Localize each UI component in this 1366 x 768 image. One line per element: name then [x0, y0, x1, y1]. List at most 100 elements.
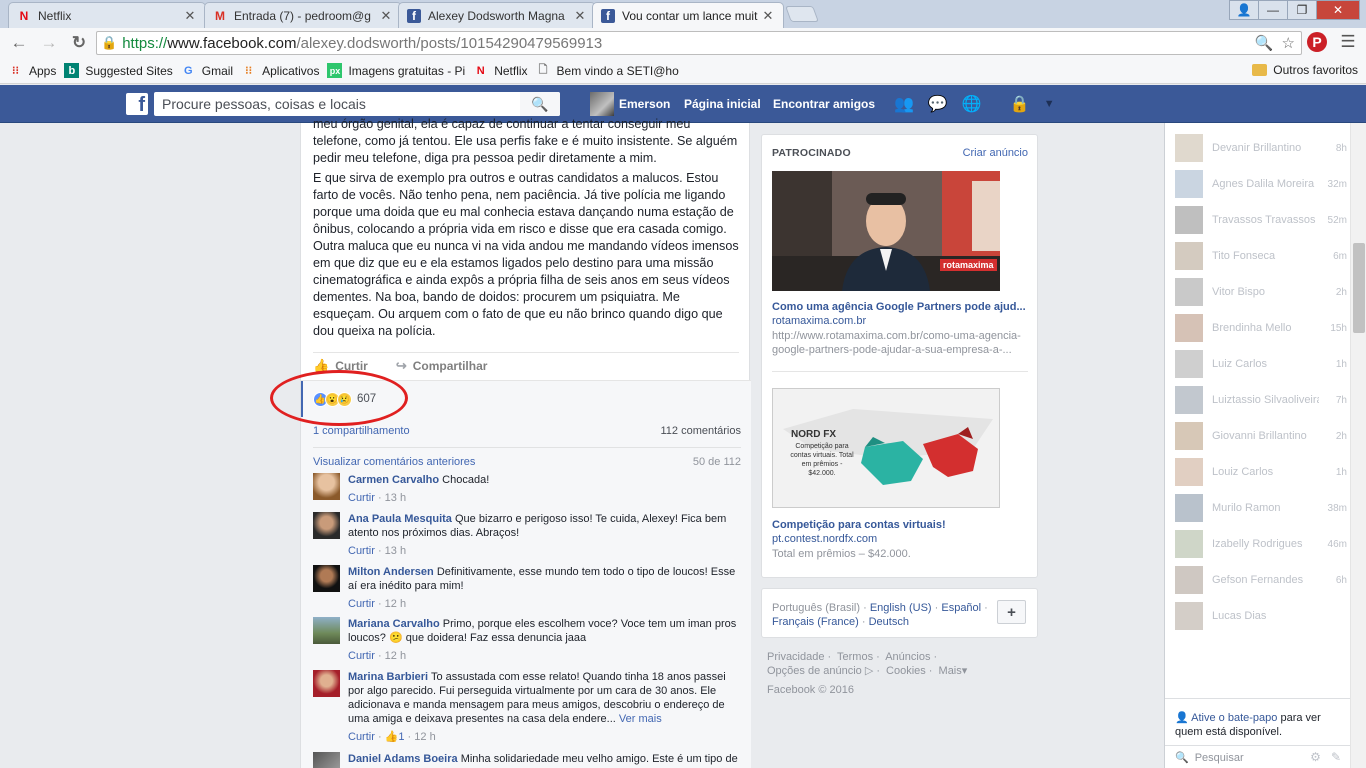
pinterest-icon[interactable]: P [1307, 32, 1327, 52]
maximize-icon[interactable]: ❐ [1287, 0, 1317, 20]
search-icon[interactable]: 🔍 [520, 92, 560, 116]
ad-source[interactable]: rotamaxima.com.br [772, 315, 866, 327]
chat-friend-item[interactable]: Tito Fonseca 6m [1175, 241, 1347, 271]
language-link-german[interactable]: Deutsch [869, 616, 909, 628]
comment-author[interactable]: Ana Paula Mesquita [348, 513, 452, 525]
footer-link-terms[interactable]: Termos [837, 651, 873, 663]
chat-friend-item[interactable]: Gefson Fernandes 6h [1175, 565, 1347, 595]
comment-like-button[interactable]: Curtir [348, 731, 375, 743]
notifications-globe-icon[interactable]: 🌐 [962, 94, 982, 114]
comment-like-button[interactable]: Curtir [348, 650, 375, 662]
close-icon[interactable]: ✕ [379, 8, 393, 24]
back-icon[interactable]: ← [8, 32, 30, 54]
tab-facebook-profile[interactable]: f Alexey Dodsworth Magna ✕ [398, 2, 596, 28]
avatar[interactable] [313, 752, 340, 768]
chat-friend-item[interactable]: Travassos Travassos 52m [1175, 205, 1347, 235]
ad-title-link[interactable]: Como uma agência Google Partners pode aj… [772, 301, 1030, 313]
comment-author[interactable]: Carmen Carvalho [348, 474, 439, 486]
chat-friend-item[interactable]: Devanir Brillantino 8h [1175, 133, 1347, 163]
chat-friend-item[interactable]: Lucas Dias [1175, 601, 1347, 631]
bookmark-netflix[interactable]: N Netflix [473, 63, 528, 78]
chat-search-input[interactable]: 🔍 Pesquisar ⚙ ✎ [1165, 745, 1351, 768]
comment-author[interactable]: Daniel Adams Boeira [348, 753, 458, 765]
bookmark-gmail[interactable]: G Gmail [181, 63, 233, 78]
chat-friend-item[interactable]: Izabelly Rodrigues 46m [1175, 529, 1347, 559]
bookmark-aplicativos[interactable]: ⁝⁝ Aplicativos [241, 63, 319, 78]
star-icon[interactable]: ☆ [1282, 34, 1295, 52]
new-tab-button[interactable] [785, 6, 819, 22]
avatar[interactable] [313, 670, 340, 697]
close-icon[interactable]: ✕ [183, 8, 197, 24]
bookmark-other[interactable]: Outros favoritos [1252, 63, 1358, 77]
view-previous-comments-link[interactable]: Visualizar comentários anteriores [313, 456, 475, 468]
messages-icon[interactable]: 💬 [928, 94, 948, 114]
ad-source[interactable]: pt.contest.nordfx.com [772, 533, 877, 545]
privacy-shortcuts-icon[interactable]: 🔒 [1010, 94, 1030, 114]
zoom-icon[interactable]: 🔍 [1255, 34, 1274, 52]
menu-icon[interactable]: ☰ [1338, 32, 1358, 52]
comment-time[interactable]: 12 h [414, 731, 435, 743]
chat-friend-item[interactable]: Murilo Ramon 38m [1175, 493, 1347, 523]
enable-chat-link[interactable]: Ative o bate-papo [1191, 712, 1277, 724]
chat-friend-item[interactable]: Vitor Bispo 2h [1175, 277, 1347, 307]
footer-link-ads[interactable]: Anúncios [885, 651, 930, 663]
comment-time[interactable]: 12 h [385, 650, 406, 662]
facebook-logo-icon[interactable]: f [126, 93, 148, 115]
address-bar[interactable]: 🔒 https:// www.facebook.com /alexey.dods… [96, 31, 1302, 55]
find-friends-link[interactable]: Encontrar amigos [773, 85, 875, 123]
friend-requests-icon[interactable]: 👥 [894, 94, 914, 114]
bookmark-apps[interactable]: ⁝⁝ Apps [8, 63, 56, 78]
comment-like-button[interactable]: Curtir [348, 545, 375, 557]
user-icon[interactable]: 👤 [1229, 0, 1259, 20]
footer-link-more[interactable]: Mais [939, 665, 962, 677]
chat-friend-item[interactable]: Luiz Carlos 1h [1175, 349, 1347, 379]
chat-friend-item[interactable]: Luiztassio Silvaoliveira 7h [1175, 385, 1347, 415]
comments-count[interactable]: 112 comentários [660, 425, 741, 437]
avatar[interactable] [313, 565, 340, 592]
scrollbar-thumb[interactable] [1353, 243, 1365, 333]
window-close-icon[interactable]: ✕ [1316, 0, 1360, 20]
footer-link-cookies[interactable]: Cookies [886, 665, 926, 677]
footer-link-ad-choices[interactable]: Opções de anúncio [767, 665, 862, 677]
chat-friend-item[interactable]: Louiz Carlos 1h [1175, 457, 1347, 487]
forward-icon[interactable]: → [38, 32, 60, 54]
close-icon[interactable]: ✕ [573, 8, 587, 24]
bookmark-suggested-sites[interactable]: b Suggested Sites [64, 63, 173, 78]
comment-author[interactable]: Marina Barbieri [348, 671, 428, 683]
comment-author[interactable]: Mariana Carvalho [348, 618, 440, 630]
tab-gmail[interactable]: M Entrada (7) - pedroom@g ✕ [204, 2, 402, 28]
shares-link[interactable]: 1 compartilhamento [313, 425, 410, 437]
account-menu-chevron-down-icon[interactable]: ▼ [1044, 98, 1055, 110]
bookmark-pixabay[interactable]: px Imagens gratuitas - Pi [327, 63, 465, 78]
ad-title-link[interactable]: Competição para contas virtuais! [772, 519, 1030, 531]
ad-image[interactable]: rotamaxima [772, 171, 1000, 291]
compose-icon[interactable]: ✎ [1331, 750, 1341, 764]
create-ad-link[interactable]: Criar anúncio [963, 147, 1028, 159]
reload-icon[interactable]: ↻ [68, 32, 90, 54]
footer-link-privacy[interactable]: Privacidade [767, 651, 824, 663]
minimize-icon[interactable]: — [1258, 0, 1288, 20]
comment-author[interactable]: Milton Andersen [348, 566, 434, 578]
comment-likes[interactable]: 👍1 [385, 731, 405, 743]
chat-friend-item[interactable]: Brendinha Mello 15h [1175, 313, 1347, 343]
avatar[interactable] [313, 617, 340, 644]
comment-like-button[interactable]: Curtir [348, 492, 375, 504]
ad-image[interactable]: NORD FX Competição para contas virtuais.… [772, 388, 1000, 508]
language-link-spanish[interactable]: Español [941, 602, 981, 614]
comment-time[interactable]: 13 h [385, 545, 406, 557]
page-scrollbar[interactable] [1350, 123, 1366, 768]
gear-icon[interactable]: ⚙ [1310, 750, 1321, 764]
share-button[interactable]: ↪ Compartilhar [396, 358, 488, 374]
comment-time[interactable]: 13 h [385, 492, 406, 504]
close-icon[interactable]: ✕ [761, 8, 775, 24]
avatar[interactable] [313, 512, 340, 539]
see-more-link[interactable]: Ver mais [619, 713, 662, 725]
comment-time[interactable]: 12 h [385, 598, 406, 610]
chat-friend-item[interactable]: Agnes Dalila Moreira 32m [1175, 169, 1347, 199]
tab-netflix[interactable]: N Netflix ✕ [8, 2, 206, 28]
chat-friend-item[interactable]: Giovanni Brillantino 2h [1175, 421, 1347, 451]
language-link-english[interactable]: English (US) [870, 602, 932, 614]
comment-like-button[interactable]: Curtir [348, 598, 375, 610]
language-link-french[interactable]: Français (France) [772, 616, 859, 628]
bookmark-seti[interactable]: 🗋 Bem vindo a SETI@ho [536, 63, 679, 78]
